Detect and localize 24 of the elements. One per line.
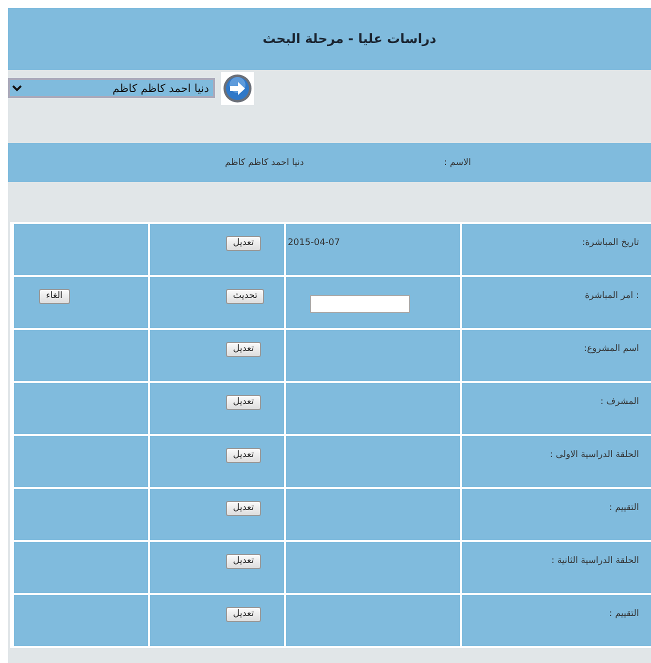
- field-label: اسم المشروع:: [584, 344, 639, 354]
- edit-button[interactable]: تعديل: [226, 395, 261, 410]
- field-label: التقييم :: [609, 503, 639, 513]
- update-button[interactable]: تحديث: [226, 289, 264, 304]
- edit-button[interactable]: تعديل: [226, 607, 261, 622]
- field-label: التقييم :: [609, 609, 639, 619]
- field-label: : امر المباشرة: [584, 291, 639, 301]
- field-label: المشرف :: [600, 397, 639, 407]
- field-label: الحلقة الدراسية الثانية :: [551, 556, 639, 566]
- edit-button[interactable]: تعديل: [226, 448, 261, 463]
- name-label: الاسم :: [444, 158, 471, 168]
- field-value: 2015-04-07: [288, 238, 340, 248]
- cancel-button[interactable]: الغاء: [39, 289, 70, 304]
- edit-button[interactable]: تعديل: [226, 501, 261, 516]
- edit-button[interactable]: تعديل: [226, 342, 261, 357]
- edit-button[interactable]: تعديل: [226, 554, 261, 569]
- student-select[interactable]: دنيا احمد كاظم كاظم: [8, 78, 215, 98]
- arrow-right-icon[interactable]: [221, 72, 254, 105]
- edit-button[interactable]: تعديل: [226, 236, 261, 251]
- input-field[interactable]: [310, 295, 410, 313]
- page-title: دراسات عليا - مرحلة البحث: [262, 32, 436, 46]
- field-label: تاريخ المباشرة:: [582, 238, 639, 248]
- student-name: دنيا احمد كاظم كاظم: [225, 158, 304, 168]
- field-label: الحلقة الدراسية الاولى :: [550, 450, 639, 460]
